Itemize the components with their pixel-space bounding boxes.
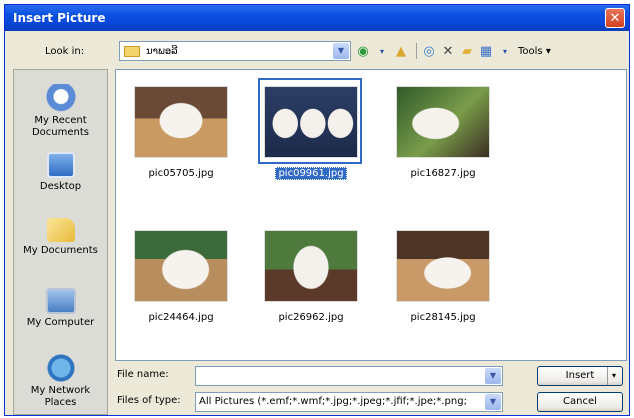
toolbar-divider: [416, 43, 417, 59]
file-thumbnail[interactable]: pic28145.jpg: [388, 220, 498, 328]
search-web-icon[interactable]: ◎: [421, 42, 437, 60]
file-thumbnail[interactable]: pic16827.jpg: [388, 76, 498, 184]
file-name: pic05705.jpg: [148, 168, 214, 179]
views-icon[interactable]: ▦: [478, 42, 494, 60]
network-places-icon: [45, 354, 76, 382]
puppy-photo-3: [396, 86, 490, 158]
puppy-photo-2: [264, 86, 358, 158]
new-folder-icon[interactable]: ▰: [459, 42, 475, 60]
insert-dropdown-icon[interactable]: ▾: [607, 367, 620, 385]
back-icon[interactable]: ◉: [355, 42, 371, 60]
insert-picture-dialog: Insert Picture ✕ Look in: ນາພອລີ ▼ ◉ ▾ ▲…: [4, 4, 630, 416]
place-my-computer[interactable]: My Computer: [14, 288, 107, 329]
chevron-down-icon[interactable]: ▼: [485, 394, 501, 410]
file-thumbnail[interactable]: pic24464.jpg: [126, 220, 236, 328]
file-name: pic28145.jpg: [410, 312, 476, 323]
my-computer-icon: [45, 288, 76, 314]
puppy-photo-6: [396, 230, 490, 302]
delete-icon[interactable]: ✕: [440, 42, 456, 60]
folder-icon: [124, 45, 140, 57]
file-name: pic16827.jpg: [410, 168, 476, 179]
recent-documents-icon: [45, 84, 76, 112]
file-name: pic26962.jpg: [278, 312, 344, 323]
look-in-value: ນາພອລີ: [146, 45, 178, 57]
file-name: pic24464.jpg: [148, 312, 214, 323]
file-type-select[interactable]: All Pictures (*.emf;*.wmf;*.jpg;*.jpeg;*…: [195, 392, 503, 412]
place-desktop[interactable]: Desktop: [14, 152, 107, 193]
puppy-photo-1: [134, 86, 228, 158]
look-in-label: Look in:: [45, 46, 85, 57]
back-dropdown-icon[interactable]: ▾: [374, 42, 390, 60]
tools-menu[interactable]: Tools ▾: [518, 42, 551, 60]
chevron-down-icon[interactable]: ▼: [485, 368, 501, 384]
close-button[interactable]: ✕: [605, 8, 625, 28]
up-folder-icon[interactable]: ▲: [393, 42, 409, 60]
desktop-icon: [46, 152, 75, 178]
cancel-button[interactable]: Cancel: [537, 392, 623, 412]
file-thumbnail-selected[interactable]: pic09961.jpg: [256, 76, 366, 184]
chevron-down-icon[interactable]: ▼: [333, 43, 349, 59]
place-my-documents[interactable]: My Documents: [14, 218, 107, 257]
place-my-network-places[interactable]: My Network Places: [14, 354, 107, 409]
file-list[interactable]: pic05705.jpg pic09961.jpg pic16827.jpg p…: [115, 69, 627, 361]
file-name-input[interactable]: ▼: [195, 366, 503, 386]
title-bar: Insert Picture ✕: [5, 5, 629, 31]
file-thumbnail[interactable]: pic05705.jpg: [126, 76, 236, 184]
file-type-label: Files of type:: [117, 395, 181, 406]
file-name: pic09961.jpg: [275, 167, 347, 180]
views-dropdown-icon[interactable]: ▾: [497, 42, 513, 60]
places-bar: My Recent Documents Desktop My Documents…: [13, 69, 108, 415]
puppy-photo-5: [264, 230, 358, 302]
puppy-photo-4: [134, 230, 228, 302]
file-name-label: File name:: [117, 369, 169, 380]
insert-button[interactable]: Insert ▾: [537, 366, 623, 386]
dialog-title: Insert Picture: [13, 11, 106, 25]
file-thumbnail[interactable]: pic26962.jpg: [256, 220, 366, 328]
toolbar: ◉ ▾ ▲ ◎ ✕ ▰ ▦ ▾ Tools ▾: [355, 41, 554, 61]
look-in-dropdown[interactable]: ນາພອລີ ▼: [119, 41, 351, 61]
file-type-value: All Pictures (*.emf;*.wmf;*.jpg;*.jpeg;*…: [199, 396, 467, 407]
my-documents-icon: [46, 218, 75, 242]
place-my-recent-documents[interactable]: My Recent Documents: [14, 84, 107, 139]
